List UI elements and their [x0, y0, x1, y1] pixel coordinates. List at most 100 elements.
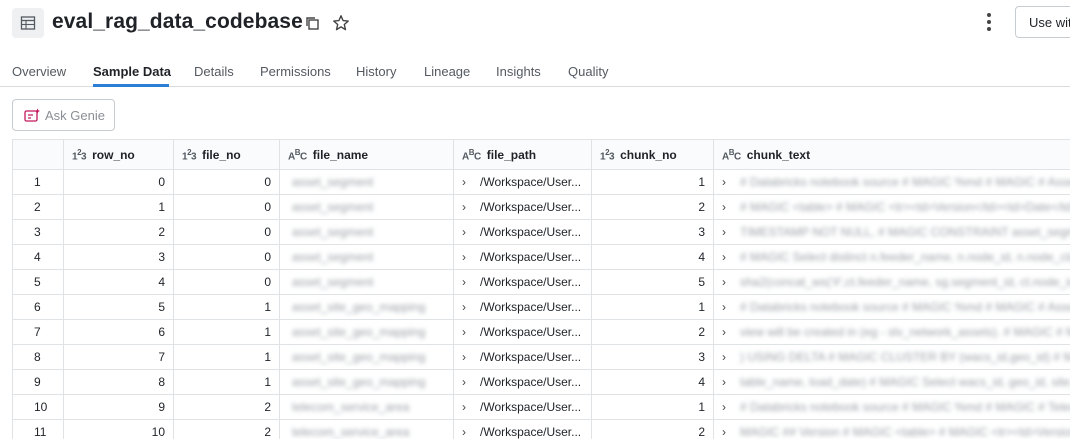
- file-no-cell[interactable]: 0: [173, 269, 280, 295]
- tab-permissions[interactable]: Permissions: [260, 64, 331, 79]
- file-name-cell[interactable]: telecom_service_area: [279, 419, 454, 439]
- chunk-text-cell[interactable]: › TIMESTAMP NOT NULL, # MAGIC CONSTRAINT …: [713, 219, 1070, 245]
- chevron-right-icon[interactable]: ›: [722, 200, 734, 214]
- chunk-text-cell[interactable]: › table_name, load_date) # MAGIC Select w…: [713, 369, 1070, 395]
- file-path-cell[interactable]: › /Workspace/User...: [453, 219, 592, 245]
- chunk-text-cell[interactable]: › # MAGIC <table> # MAGIC <tr><td>Version…: [713, 194, 1070, 220]
- file-path-cell[interactable]: › /Workspace/User...: [453, 269, 592, 295]
- chevron-right-icon[interactable]: ›: [462, 425, 474, 439]
- chevron-right-icon[interactable]: ›: [722, 350, 734, 364]
- chevron-right-icon[interactable]: ›: [462, 375, 474, 389]
- file-name-cell[interactable]: asset_site_geo_mapping: [279, 369, 454, 395]
- row-no-cell[interactable]: 4: [63, 269, 174, 295]
- chunk-no-cell[interactable]: 3: [591, 344, 714, 370]
- table-row[interactable]: 4 3 0 asset_segment ›/Workspace/User... 4 › # M…: [12, 244, 1070, 270]
- file-no-cell[interactable]: 0: [173, 219, 280, 245]
- file-path-cell[interactable]: › /Workspace/User...: [453, 319, 592, 345]
- chevron-right-icon[interactable]: ›: [722, 250, 734, 264]
- chunk-text-cell[interactable]: › # Databricks notebook source # MAGIC %m…: [713, 294, 1070, 320]
- chevron-right-icon[interactable]: ›: [462, 325, 474, 339]
- tab-quality[interactable]: Quality: [568, 64, 608, 79]
- chevron-right-icon[interactable]: ›: [722, 375, 734, 389]
- chevron-right-icon[interactable]: ›: [722, 300, 734, 314]
- file-path-cell[interactable]: › /Workspace/User...: [453, 169, 592, 195]
- file-name-cell[interactable]: asset_segment: [279, 219, 454, 245]
- table-row[interactable]: 7 6 1 asset_site_geo_mapping › /Workspace/Use…: [12, 319, 1070, 345]
- column-header[interactable]: ABC file_path: [453, 139, 592, 170]
- table-row[interactable]: 2 1 0 asset_segment ›/Workspace/User... 2 › # M…: [12, 194, 1070, 220]
- chunk-no-cell[interactable]: 2: [591, 419, 714, 439]
- chevron-right-icon[interactable]: ›: [722, 225, 734, 239]
- file-path-cell[interactable]: › /Workspace/User...: [453, 394, 592, 420]
- use-with-button[interactable]: Use wit: [1015, 6, 1070, 38]
- file-path-cell[interactable]: › /Workspace/User...: [453, 294, 592, 320]
- row-no-cell[interactable]: 8: [63, 369, 174, 395]
- file-name-cell[interactable]: telecom_service_area: [279, 394, 454, 420]
- file-no-cell[interactable]: 0: [173, 169, 280, 195]
- chunk-no-cell[interactable]: 1: [591, 394, 714, 420]
- file-path-cell[interactable]: › /Workspace/User...: [453, 194, 592, 220]
- chunk-text-cell[interactable]: ›) USING DELTA # MAGIC CLUSTER BY (wacs_…: [713, 344, 1070, 370]
- file-no-cell[interactable]: 1: [173, 344, 280, 370]
- chevron-right-icon[interactable]: ›: [462, 200, 474, 214]
- table-row[interactable]: 11 10 2 telecom_service_area ›/Workspace/Use…: [12, 419, 1070, 439]
- chunk-text-cell[interactable]: › sha2(concat_ws('#',ct.feeder_name, sg.s…: [713, 269, 1070, 295]
- chunk-no-cell[interactable]: 1: [591, 169, 714, 195]
- chevron-right-icon[interactable]: ›: [722, 425, 734, 439]
- chunk-no-cell[interactable]: 3: [591, 219, 714, 245]
- copy-icon[interactable]: [304, 15, 320, 36]
- chunk-no-cell[interactable]: 5: [591, 269, 714, 295]
- chunk-no-cell[interactable]: 1: [591, 294, 714, 320]
- table-row[interactable]: 6 5 1 asset_site_geo_mapping ›/Workspace/Use…: [12, 294, 1070, 320]
- file-path-cell[interactable]: › /Workspace/User...: [453, 419, 592, 439]
- star-icon[interactable]: [332, 14, 350, 37]
- chevron-right-icon[interactable]: ›: [462, 275, 474, 289]
- file-no-cell[interactable]: 2: [173, 419, 280, 439]
- file-path-cell[interactable]: › /Workspace/User...: [453, 244, 592, 270]
- file-name-cell[interactable]: asset_site_geo_mapping: [279, 319, 454, 345]
- column-header[interactable]: 123 file_no: [173, 139, 280, 170]
- chunk-text-cell[interactable]: › view will be created in (eg - slv_netwo…: [713, 319, 1070, 345]
- tab-insights[interactable]: Insights: [496, 64, 541, 79]
- file-no-cell[interactable]: 2: [173, 394, 280, 420]
- column-header[interactable]: 123 chunk_no: [591, 139, 714, 170]
- chevron-right-icon[interactable]: ›: [462, 300, 474, 314]
- table-row[interactable]: 9 8 1 asset_site_geo_mapping › /Workspace/Use…: [12, 369, 1070, 395]
- row-no-cell[interactable]: 1: [63, 194, 174, 220]
- chevron-right-icon[interactable]: ›: [722, 175, 734, 189]
- row-no-cell[interactable]: 6: [63, 319, 174, 345]
- table-row[interactable]: 5 4 0 asset_segment ›/Workspace/User... 5 › sha…: [12, 269, 1070, 295]
- file-path-cell[interactable]: › /Workspace/User...: [453, 369, 592, 395]
- file-name-cell[interactable]: asset_segment: [279, 169, 454, 195]
- chunk-no-cell[interactable]: 2: [591, 319, 714, 345]
- more-options-icon[interactable]: [982, 11, 996, 33]
- chunk-no-cell[interactable]: 4: [591, 244, 714, 270]
- tab-history[interactable]: History: [356, 64, 396, 79]
- chunk-text-cell[interactable]: › # Databricks notebook source # MAGIC %m…: [713, 394, 1070, 420]
- column-header[interactable]: ABC chunk_text: [713, 139, 1070, 170]
- tab-sample-data[interactable]: Sample Data: [93, 64, 171, 79]
- table-row[interactable]: 1 0 0 asset_segment ›/Workspace/User... 1 › # D…: [12, 169, 1070, 195]
- column-header[interactable]: ABC file_name: [279, 139, 454, 170]
- row-no-cell[interactable]: 2: [63, 219, 174, 245]
- file-no-cell[interactable]: 1: [173, 319, 280, 345]
- row-no-cell[interactable]: 3: [63, 244, 174, 270]
- chevron-right-icon[interactable]: ›: [462, 225, 474, 239]
- chevron-right-icon[interactable]: ›: [462, 400, 474, 414]
- table-row[interactable]: 3 2 0 asset_segment ›/Workspace/User... 3 › TIM…: [12, 219, 1070, 245]
- chevron-right-icon[interactable]: ›: [462, 350, 474, 364]
- file-no-cell[interactable]: 0: [173, 194, 280, 220]
- table-row[interactable]: 8 7 1 asset_site_geo_mapping › /Workspace/Use…: [12, 344, 1070, 370]
- file-name-cell[interactable]: asset_segment: [279, 244, 454, 270]
- table-row[interactable]: 10 9 2 telecom_service_area › /Workspace/User…: [12, 394, 1070, 420]
- file-name-cell[interactable]: asset_segment: [279, 194, 454, 220]
- row-no-cell[interactable]: 5: [63, 294, 174, 320]
- ask-genie-button[interactable]: Ask Genie: [12, 99, 115, 131]
- chevron-right-icon[interactable]: ›: [722, 275, 734, 289]
- row-no-cell[interactable]: 10: [63, 419, 174, 439]
- file-no-cell[interactable]: 0: [173, 244, 280, 270]
- chevron-right-icon[interactable]: ›: [722, 325, 734, 339]
- chunk-no-cell[interactable]: 2: [591, 194, 714, 220]
- file-path-cell[interactable]: › /Workspace/User...: [453, 344, 592, 370]
- file-no-cell[interactable]: 1: [173, 294, 280, 320]
